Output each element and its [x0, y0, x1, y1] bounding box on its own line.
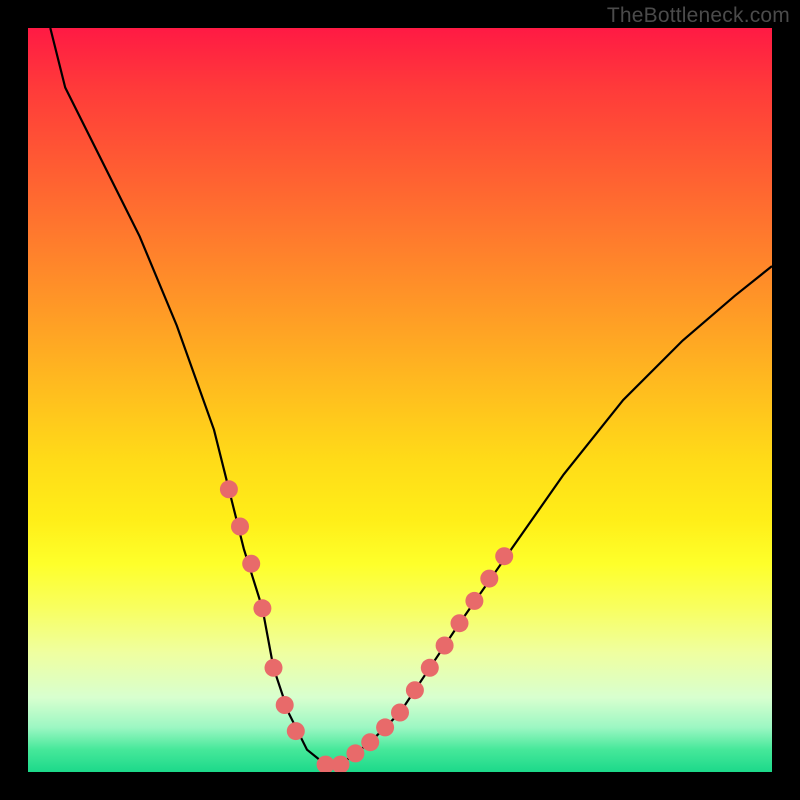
- data-marker: [220, 480, 238, 498]
- data-marker: [332, 756, 350, 772]
- data-marker: [391, 704, 409, 722]
- data-marker: [406, 681, 424, 699]
- data-marker: [436, 637, 454, 655]
- data-marker: [451, 614, 469, 632]
- data-marker: [465, 592, 483, 610]
- watermark-text: TheBottleneck.com: [607, 4, 790, 28]
- data-marker: [265, 659, 283, 677]
- data-marker: [480, 570, 498, 588]
- data-marker: [361, 733, 379, 751]
- data-marker: [346, 744, 364, 762]
- chart-svg: [28, 28, 772, 772]
- data-marker: [421, 659, 439, 677]
- data-marker: [253, 599, 271, 617]
- data-marker: [276, 696, 294, 714]
- data-marker: [231, 518, 249, 536]
- chart-frame: TheBottleneck.com: [0, 0, 800, 800]
- bottleneck-curve: [50, 28, 772, 765]
- data-marker: [495, 547, 513, 565]
- data-marker: [287, 722, 305, 740]
- data-marker: [242, 555, 260, 573]
- data-marker: [376, 718, 394, 736]
- plot-area: [28, 28, 772, 772]
- marker-group: [220, 480, 513, 772]
